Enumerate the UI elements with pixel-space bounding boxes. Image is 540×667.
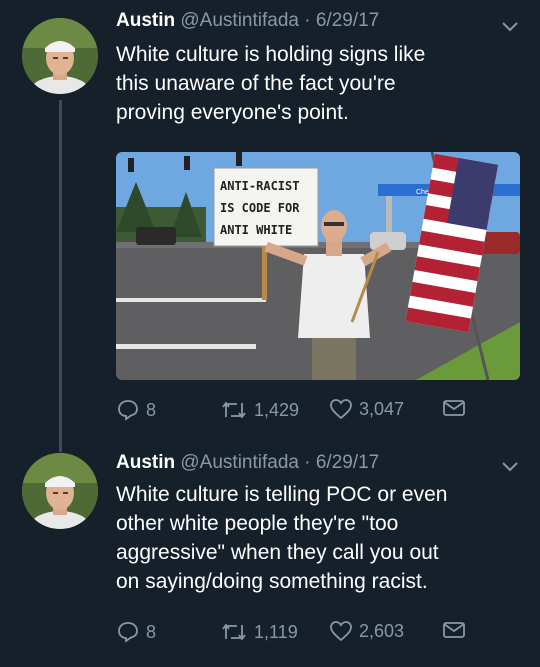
tweet-text-line: proving everyone's point. xyxy=(116,101,349,124)
tweet-text-line: other white people they're "too xyxy=(116,512,399,535)
retweet-icon xyxy=(222,401,246,419)
display-name[interactable]: Austin xyxy=(116,452,175,473)
tweet-actions: 8 1,119 2,603 xyxy=(116,620,520,648)
sign-line-1: ANTI-RACIST xyxy=(220,179,299,193)
tweet-photo[interactable]: Chevron ANTI-RACIST IS CODE FOR ANT xyxy=(116,152,520,380)
direct-message-button[interactable] xyxy=(442,398,466,418)
tweet-2[interactable]: Austin @Austintifada · 6/29/17 White cul… xyxy=(0,440,540,667)
handle-and-date[interactable]: @Austintifada · 6/29/17 xyxy=(180,452,379,473)
direct-message-button[interactable] xyxy=(442,620,466,640)
tweet-text-line: aggressive" when they call you out xyxy=(116,541,439,564)
reply-count: 8 xyxy=(146,621,157,642)
retweet-button[interactable]: 1,119 xyxy=(220,620,298,644)
avatar[interactable] xyxy=(22,18,98,94)
tweet-1[interactable]: Austin @Austintifada · 6/29/17 White cul… xyxy=(0,0,540,440)
like-count: 2,603 xyxy=(359,620,405,641)
like-button[interactable]: 2,603 xyxy=(329,620,404,642)
retweet-button[interactable]: 1,429 xyxy=(220,398,299,422)
tweet-text-line: this unaware of the fact you're xyxy=(116,72,396,95)
tweet-text-line: on saying/doing something racist. xyxy=(116,570,428,593)
tweet-text: White culture is telling POC or even oth… xyxy=(116,480,516,596)
tweet-actions: 8 1,429 3,047 xyxy=(116,398,520,426)
heart-icon xyxy=(330,621,352,642)
heart-icon xyxy=(330,399,352,420)
display-name[interactable]: Austin xyxy=(116,10,175,31)
reply-count: 8 xyxy=(146,399,157,420)
reply-button[interactable]: 8 xyxy=(116,398,156,422)
chevron-down-icon[interactable] xyxy=(500,460,520,474)
reply-icon xyxy=(118,622,138,643)
envelope-icon xyxy=(443,400,465,416)
chevron-down-icon[interactable] xyxy=(500,20,520,34)
tweet-header: Austin @Austintifada · 6/29/17 xyxy=(116,452,379,474)
retweet-icon xyxy=(222,623,246,641)
sign-line-3: ANTI WHITE xyxy=(220,223,292,237)
retweet-count: 1,119 xyxy=(254,621,298,642)
like-count: 3,047 xyxy=(359,398,405,419)
avatar[interactable] xyxy=(22,453,98,529)
reply-button[interactable]: 8 xyxy=(116,620,156,644)
retweet-count: 1,429 xyxy=(254,399,300,420)
handle-and-date[interactable]: @Austintifada · 6/29/17 xyxy=(180,10,379,31)
sign-line-2: IS CODE FOR xyxy=(220,201,300,215)
tweet-text-line: White culture is telling POC or even xyxy=(116,483,448,506)
envelope-icon xyxy=(443,622,465,638)
reply-icon xyxy=(118,400,138,421)
like-button[interactable]: 3,047 xyxy=(329,398,404,420)
tweet-text-line: White culture is holding signs like xyxy=(116,43,426,66)
tweet-header: Austin @Austintifada · 6/29/17 xyxy=(116,10,379,32)
tweet-text: White culture is holding signs like this… xyxy=(116,40,516,127)
